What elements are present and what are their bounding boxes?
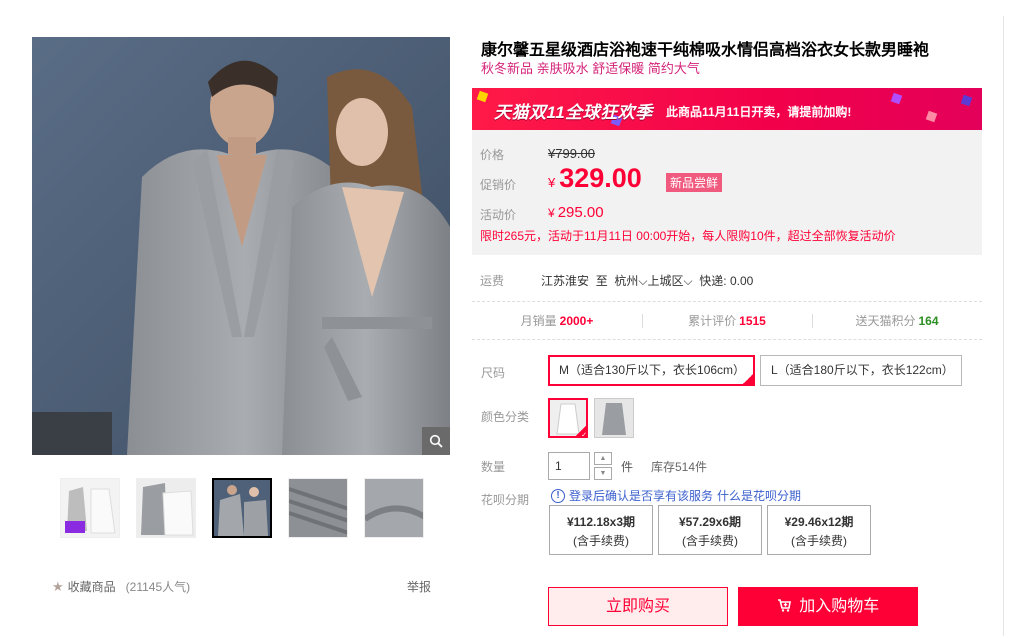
- color-option-gray[interactable]: [594, 398, 634, 438]
- chevron-down-icon: ⌵: [683, 274, 693, 288]
- district-name: 上城区: [647, 274, 684, 288]
- shipping-row: 运费 江苏淮安 至 杭州⌵上城区⌵ 快递: 0.00: [472, 272, 982, 302]
- stock-count: 库存514件: [651, 460, 708, 474]
- total-reviews[interactable]: 累计评价 1515: [642, 312, 812, 339]
- installment-fee-note: (含手续费): [791, 534, 847, 548]
- activity-rule-text: 限时265元，活动于11月11日 00:00开始，每人限购10件，超过全部恢复活…: [480, 229, 896, 243]
- main-product-image[interactable]: [32, 37, 450, 455]
- quantity-label: 数量: [481, 460, 506, 474]
- star-icon: ★: [52, 578, 64, 594]
- city-selector[interactable]: 杭州⌵: [614, 274, 647, 288]
- monthly-sales-label: 月销量: [520, 314, 557, 328]
- district-selector[interactable]: 上城区⌵: [648, 274, 693, 288]
- installment-amount: ¥57.29x6期: [678, 515, 742, 529]
- express-fee: 快递: 0.00: [699, 274, 754, 288]
- sales-stats: 月销量 2000+ 累计评价 1515 送天猫积分 164: [472, 312, 982, 340]
- currency-symbol: ¥: [548, 206, 555, 220]
- installment-option-6[interactable]: ¥57.29x6期 (含手续费): [658, 505, 762, 555]
- tmall-points: 送天猫积分 164: [812, 312, 982, 339]
- thumbnail-1[interactable]: [60, 478, 120, 538]
- size-option-l[interactable]: L（适合180斤以下，衣长122cm）: [760, 355, 962, 386]
- product-subtitle: 秋冬新品 亲肤吸水 舒适保暖 简约大气: [481, 61, 700, 76]
- product-photo-couple-robes: [32, 37, 450, 455]
- thumbnail-4[interactable]: [288, 478, 348, 538]
- product-title: 康尔馨五星级酒店浴袍速干纯棉吸水情侣高档浴衣女长款男睡袍: [481, 42, 930, 59]
- size-option-text: L（适合180斤以下，衣长122cm）: [771, 363, 954, 377]
- buy-now-button[interactable]: 立即购买: [548, 587, 728, 626]
- installment-amount: ¥112.18x3期: [566, 515, 636, 529]
- thumbnail-3-selected[interactable]: [212, 478, 272, 538]
- promo-price-value: 329.00: [559, 163, 642, 193]
- color-label: 颜色分类: [481, 410, 530, 424]
- size-label: 尺码: [481, 366, 506, 380]
- currency-symbol: ¥: [548, 175, 556, 190]
- decor-cube-icon: [960, 94, 973, 107]
- collect-label: 收藏商品: [67, 580, 116, 594]
- promo-price-label: 促销价: [480, 178, 517, 192]
- size-option-text: M（适合130斤以下，衣长106cm）: [559, 363, 746, 377]
- decor-cube-icon: [925, 110, 938, 123]
- quantity-increase-icon[interactable]: ▲: [594, 452, 612, 465]
- thumbnail-2[interactable]: [136, 478, 196, 538]
- chevron-down-icon: ⌵: [638, 274, 648, 288]
- reviews-value: 1515: [739, 314, 766, 328]
- points-value: 164: [918, 314, 939, 328]
- city-name: 杭州: [614, 274, 639, 288]
- cart-icon: [777, 598, 799, 615]
- reviews-label: 累计评价: [688, 314, 737, 328]
- installment-option-3[interactable]: ¥112.18x3期 (含手续费): [549, 505, 653, 555]
- selected-check-icon: [742, 360, 754, 387]
- selected-check-icon: [575, 425, 586, 436]
- decor-cube-icon: [890, 92, 903, 105]
- installment-option-12[interactable]: ¥29.46x12期 (含手续费): [767, 505, 871, 555]
- report-link[interactable]: 举报: [407, 578, 431, 595]
- thumbnail-5[interactable]: [364, 478, 424, 538]
- shipping-info: 江苏淮安 至 杭州⌵上城区⌵ 快递: 0.00: [541, 272, 753, 289]
- huabei-help-link[interactable]: 什么是花呗分期: [717, 487, 801, 504]
- collect-product-button[interactable]: ★ 收藏商品 (21145人气): [52, 578, 190, 595]
- zoom-icon[interactable]: [422, 427, 450, 455]
- quantity-input[interactable]: 1: [548, 452, 590, 480]
- add-to-cart-label: 加入购物车: [799, 598, 880, 615]
- activity-price: ¥295.00: [548, 204, 604, 221]
- huabei-label: 花呗分期: [481, 493, 530, 507]
- new-product-badge: 新品尝鲜: [666, 173, 723, 192]
- add-to-cart-button[interactable]: 加入购物车: [738, 587, 918, 626]
- page-edge-divider: [1003, 16, 1004, 636]
- ship-to-word: 至: [595, 274, 608, 288]
- thumbnail-strip: [60, 478, 424, 538]
- shipping-label: 运费: [480, 274, 505, 288]
- installment-fee-note: (含手续费): [682, 534, 738, 548]
- size-option-m[interactable]: M（适合130斤以下，衣长106cm）: [548, 355, 755, 387]
- decor-cube-icon: [476, 90, 489, 103]
- monthly-sales-value: 2000+: [559, 314, 594, 328]
- price-label: 价格: [480, 148, 505, 162]
- quantity-unit: 件: [621, 460, 634, 474]
- price-panel: 价格 ¥799.00 促销价 ¥329.00 新品尝鲜 活动价 ¥295.00 …: [472, 130, 982, 255]
- activity-price-label: 活动价: [480, 208, 517, 222]
- info-icon: !: [551, 488, 565, 503]
- installment-fee-note: (含手续费): [573, 534, 629, 548]
- double11-promo-banner: 天猫双11全球狂欢季 此商品11月11日开卖，请提前加购!: [472, 88, 982, 130]
- monthly-sales: 月销量 2000+: [472, 312, 642, 339]
- huabei-tip: ! 登录后确认是否享有该服务 什么是花呗分期: [551, 487, 801, 504]
- quantity-decrease-icon[interactable]: ▼: [594, 467, 612, 480]
- banner-note: 此商品11月11日开卖，请提前加购!: [666, 105, 852, 119]
- installment-amount: ¥29.46x12期: [784, 515, 854, 529]
- original-price: ¥799.00: [548, 146, 595, 161]
- ship-from: 江苏淮安: [541, 274, 590, 288]
- tmall-double11-logo: 天猫双11全球狂欢季: [494, 103, 653, 122]
- color-option-white[interactable]: [548, 398, 588, 438]
- huabei-login-tip[interactable]: 登录后确认是否享有该服务: [569, 487, 713, 504]
- points-label: 送天猫积分: [855, 314, 916, 328]
- promo-price: ¥329.00: [548, 163, 642, 194]
- activity-price-value: 295.00: [557, 204, 604, 221]
- popularity-count: (21145人气): [125, 580, 191, 594]
